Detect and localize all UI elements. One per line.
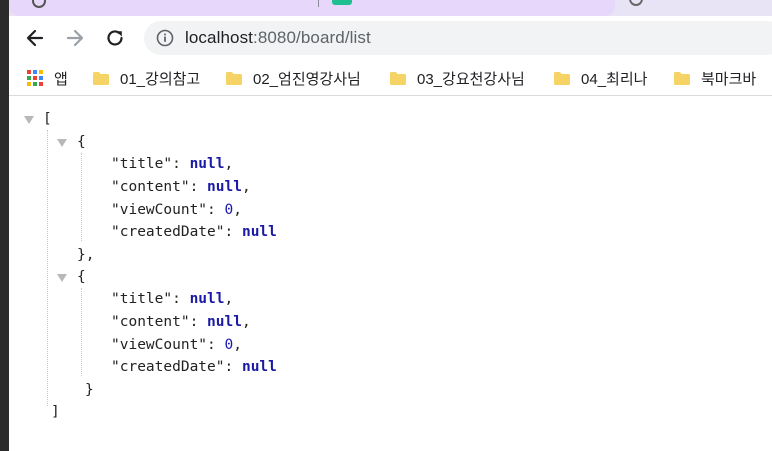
bookmark-label: 앱 (54, 70, 68, 88)
json-object-close: }, (77, 247, 95, 263)
bookmark-label: 04_최리나 (581, 70, 648, 88)
folder-icon (93, 71, 109, 85)
bookmark-folder-01[interactable]: 01_강의참고 (93, 67, 200, 89)
json-separator: , (233, 337, 242, 353)
json-value: null (241, 224, 277, 240)
json-field-row: "viewCount": 0, (111, 202, 242, 218)
json-value: null (241, 359, 277, 375)
active-tab[interactable] (9, 0, 615, 16)
address-url[interactable]: localhost:8080/board/list (185, 28, 371, 48)
json-field-row: "createdDate": null (111, 359, 277, 375)
json-viewer: [ { "title": null, "content": null, "vie… (9, 100, 772, 451)
json-separator: , (241, 179, 251, 195)
folder-icon (674, 71, 690, 85)
browser-toolbar: localhost:8080/board/list (9, 16, 772, 60)
bookmark-label: 북마크바 (701, 70, 757, 88)
back-button[interactable] (21, 24, 49, 52)
left-edge-strip (0, 0, 9, 451)
json-value: 0 (224, 337, 234, 353)
json-key: "title" (111, 291, 173, 307)
json-field-row: "title": null, (111, 291, 234, 307)
json-object-open: { (77, 269, 86, 285)
collapse-triangle-icon[interactable] (24, 116, 34, 124)
json-separator: , (224, 156, 234, 172)
json-key: "viewCount" (111, 337, 208, 353)
json-field-row: "viewCount": 0, (111, 337, 242, 353)
json-guide-line (47, 130, 48, 406)
json-field-row: "content": null, (111, 179, 251, 195)
arrow-right-icon (66, 29, 84, 47)
arrow-left-icon (26, 29, 44, 47)
json-separator: , (241, 314, 251, 330)
json-key: "viewCount" (111, 202, 208, 218)
reload-button[interactable] (101, 24, 129, 52)
bookmark-folder-04[interactable]: 04_최리나 (554, 67, 647, 89)
folder-icon (554, 71, 570, 85)
json-open-bracket: [ (43, 111, 52, 127)
bookmark-label: 03_강요천강사님 (417, 70, 525, 88)
tab-favicon-icon[interactable] (332, 0, 352, 5)
json-field-row: "createdDate": null (111, 224, 277, 240)
url-path: :8080/board/list (253, 28, 371, 47)
json-value: null (207, 179, 242, 195)
url-host: localhost (185, 28, 253, 47)
json-object-open: { (77, 134, 86, 150)
json-value: 0 (224, 202, 234, 218)
json-key: "createdDate" (111, 224, 225, 240)
bookmark-label: 02_엄진영강사님 (253, 70, 361, 88)
json-key: "title" (111, 156, 173, 172)
json-separator: , (233, 202, 242, 218)
bookmarks-bar: 앱 01_강의참고 02_엄진영강사님 03_강요천강사님 04_최리나 북마크… (9, 60, 772, 96)
address-bar[interactable]: localhost:8080/board/list (144, 21, 772, 55)
bookmark-folder-bar[interactable]: 북마크바 (674, 67, 756, 89)
bookmark-folder-03[interactable]: 03_강요천강사님 (390, 67, 525, 89)
collapse-triangle-icon[interactable] (57, 274, 67, 282)
json-key: "content" (111, 179, 190, 195)
info-icon[interactable] (156, 29, 174, 47)
json-separator: , (224, 291, 234, 307)
json-value: null (207, 314, 242, 330)
json-guide-line (81, 153, 82, 241)
json-value: null (189, 291, 225, 307)
bookmark-folder-02[interactable]: 02_엄진영강사님 (226, 67, 361, 89)
folder-icon (226, 71, 242, 85)
tab-divider (318, 0, 319, 7)
json-guide-line (81, 288, 82, 376)
json-key: "content" (111, 314, 190, 330)
json-close-bracket: ] (51, 404, 60, 420)
json-key: "createdDate" (111, 359, 225, 375)
forward-button[interactable] (61, 24, 89, 52)
folder-icon (390, 71, 406, 85)
json-object-close: } (85, 382, 94, 398)
bookmark-label: 01_강의참고 (120, 70, 201, 88)
json-field-row: "content": null, (111, 314, 251, 330)
apps-grid-icon (27, 70, 43, 86)
bookmark-apps[interactable]: 앱 (27, 67, 68, 89)
json-field-row: "title": null, (111, 156, 234, 172)
json-value: null (189, 156, 225, 172)
reload-icon (107, 30, 123, 46)
collapse-triangle-icon[interactable] (57, 139, 67, 147)
